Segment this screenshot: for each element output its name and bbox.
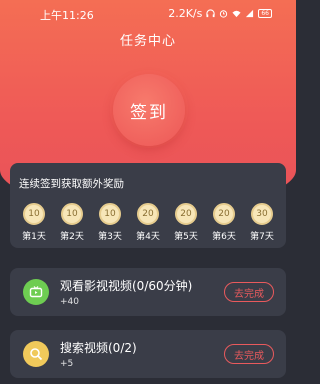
- search-icon: [23, 341, 49, 367]
- streak-day: 20 第5天: [169, 203, 203, 242]
- battery-icon: 66: [258, 9, 272, 18]
- coin-icon: 20: [213, 203, 235, 225]
- streak-day: 10 第1天: [17, 203, 51, 242]
- coin-icon: 10: [61, 203, 83, 225]
- signal-icon: [246, 9, 254, 18]
- streak-day: 10 第3天: [93, 203, 127, 242]
- coin-icon: 20: [137, 203, 159, 225]
- day-label: 第2天: [60, 232, 84, 242]
- complete-task-button[interactable]: 去完成: [224, 344, 274, 364]
- streak-days: 10 第1天 10 第2天 10 第3天 20 第4天 20 第5天 20 第6…: [17, 203, 279, 242]
- task-title: 搜索视频(0/2): [60, 341, 137, 355]
- day-label: 第3天: [98, 232, 122, 242]
- coin-icon: 10: [99, 203, 121, 225]
- signin-button[interactable]: 签到: [113, 74, 185, 146]
- status-icons: 2.2K/s 66: [168, 7, 272, 20]
- task-reward: +5: [60, 359, 74, 369]
- status-bar: 上午11:26 2.2K/s 66: [0, 0, 296, 26]
- status-time: 上午11:26: [40, 9, 94, 22]
- day-label: 第1天: [22, 232, 46, 242]
- coin-icon: 30: [251, 203, 273, 225]
- tv-icon: [23, 279, 49, 305]
- day-label: 第5天: [174, 232, 198, 242]
- complete-task-button[interactable]: 去完成: [224, 282, 274, 302]
- task-card-watch-video: 观看影视视频(0/60分钟) +40 去完成: [10, 268, 286, 316]
- streak-day: 20 第4天: [131, 203, 165, 242]
- wifi-icon: [232, 10, 241, 18]
- streak-card: 连续签到获取额外奖励 10 第1天 10 第2天 10 第3天 20 第4天 2…: [10, 163, 286, 248]
- streak-day: 30 第7天: [245, 203, 279, 242]
- day-label: 第6天: [212, 232, 236, 242]
- network-speed: 2.2K/s: [168, 7, 203, 20]
- streak-day: 20 第6天: [207, 203, 241, 242]
- day-label: 第7天: [250, 232, 274, 242]
- day-label: 第4天: [136, 232, 160, 242]
- page-title: 任务中心: [119, 34, 176, 49]
- coin-icon: 10: [23, 203, 45, 225]
- coin-icon: 20: [175, 203, 197, 225]
- streak-title: 连续签到获取额外奖励: [19, 178, 124, 190]
- task-card-search-video: 搜索视频(0/2) +5 去完成: [10, 330, 286, 378]
- task-reward: +40: [60, 297, 79, 307]
- headphones-icon: [206, 9, 215, 18]
- streak-day: 10 第2天: [55, 203, 89, 242]
- task-title: 观看影视视频(0/60分钟): [60, 279, 193, 293]
- alarm-icon: [220, 10, 228, 18]
